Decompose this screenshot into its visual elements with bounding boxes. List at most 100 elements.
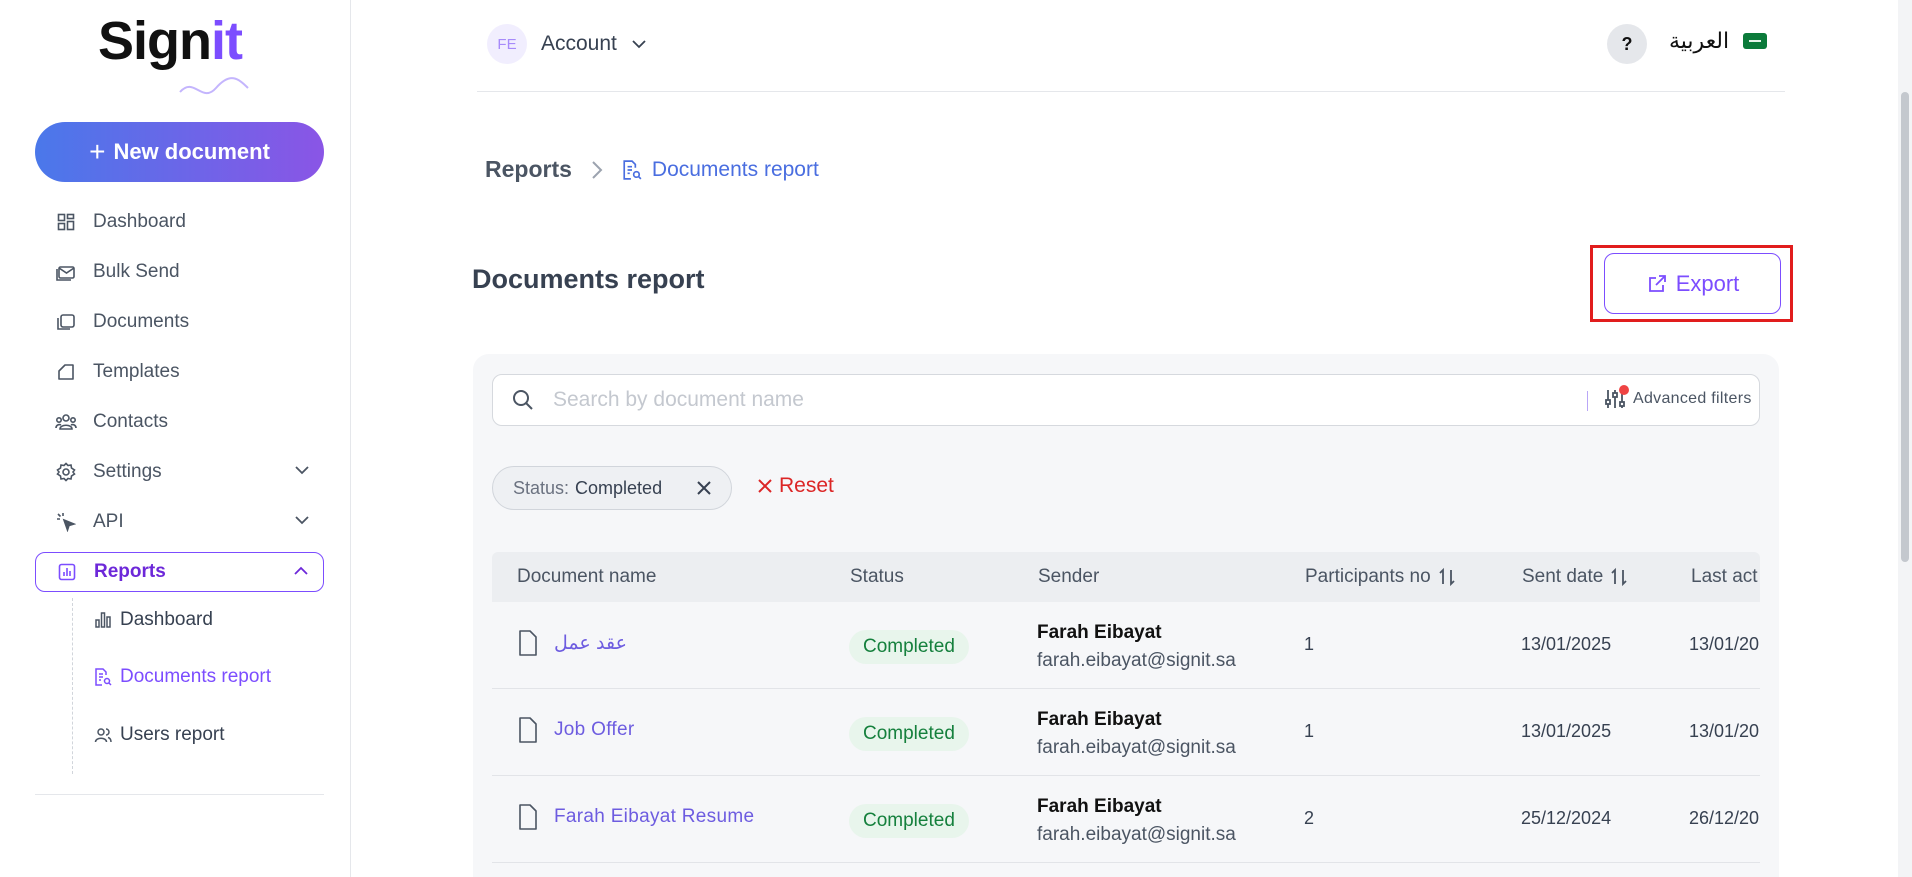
new-document-button[interactable]: + New document [35, 122, 324, 182]
column-sender: Sender [1038, 566, 1100, 587]
chip-value: Completed [575, 477, 663, 498]
saudi-flag-icon [1743, 33, 1768, 49]
sidebar-item-label: Bulk Send [93, 261, 180, 282]
sidebar-item-templates[interactable]: Templates [35, 352, 324, 392]
sender-email: farah.eibayat@signit.sa [1037, 824, 1236, 845]
sidebar-subitem-documents-report[interactable]: Documents report [94, 660, 271, 694]
chevron-down-icon [632, 40, 646, 49]
chevron-down-icon [295, 516, 309, 525]
table-row[interactable]: Job Offer Completed Farah Eibayat farah.… [492, 689, 1760, 776]
sender-name: Farah Eibayat [1037, 796, 1162, 817]
sender-name: Farah Eibayat [1037, 709, 1162, 730]
breadcrumb-reports[interactable]: Reports [485, 156, 572, 183]
status-filter-chip: Status: Completed [492, 466, 732, 510]
sidebar-subitem-label: Documents report [120, 666, 272, 687]
sidebar-subitem-label: Dashboard [120, 609, 213, 630]
sidebar-item-label: Templates [93, 361, 180, 382]
page-title: Documents report [472, 264, 705, 294]
contacts-icon [55, 411, 77, 433]
breadcrumb-documents-report[interactable]: Documents report [622, 158, 819, 182]
close-icon[interactable] [695, 479, 713, 497]
advanced-filters-button[interactable]: Advanced filters [1603, 385, 1752, 411]
external-link-icon [1648, 274, 1666, 292]
signit-logo[interactable]: Signit [98, 14, 258, 95]
column-status: Status [850, 566, 904, 587]
sidebar-item-dashboard[interactable]: Dashboard [35, 202, 324, 242]
document-link[interactable]: Farah Eibayat Resume [518, 804, 754, 830]
sort-icon[interactable] [1437, 567, 1457, 587]
document-name: عقد عمل [554, 632, 627, 654]
file-icon [519, 804, 537, 830]
submenu-guide-line [72, 598, 73, 774]
template-icon [55, 361, 77, 383]
new-document-label: New document [113, 139, 270, 164]
documents-table: Document name Status Sender Participants… [492, 552, 1760, 877]
breadcrumb: Reports Documents report [485, 156, 819, 183]
participants-count: 1 [1304, 634, 1315, 654]
chevron-down-icon [295, 466, 309, 475]
page-scrollbar[interactable] [1898, 0, 1912, 877]
account-menu[interactable]: FE Account [487, 24, 647, 64]
sidebar-item-api[interactable]: API [35, 502, 324, 542]
sidebar-subitem-label: Users report [120, 724, 225, 745]
documents-icon [55, 311, 77, 333]
sidebar-item-label: Documents [93, 311, 190, 332]
sent-date: 25/12/2024 [1521, 808, 1612, 828]
sidebar-subitem-dashboard[interactable]: Dashboard [94, 603, 213, 637]
column-sent-date: Sent date [1522, 566, 1629, 588]
sent-date: 13/01/2025 [1521, 721, 1612, 741]
sidebar-item-contacts[interactable]: Contacts [35, 402, 324, 442]
gear-icon [55, 461, 77, 483]
search-input[interactable] [553, 388, 1533, 412]
filter-active-dot [1619, 385, 1629, 395]
reset-label: Reset [779, 474, 834, 497]
export-label: Export [1675, 270, 1740, 296]
last-action-date: 13/01/202 [1689, 721, 1760, 741]
sidebar-item-bulk-send[interactable]: Bulk Send [35, 252, 324, 292]
document-search-icon [623, 159, 642, 180]
file-icon [519, 630, 537, 656]
advanced-filters-label: Advanced filters [1633, 390, 1752, 407]
document-name: Job Offer [554, 719, 635, 740]
account-label: Account [541, 32, 617, 55]
column-participants: Participants no [1305, 566, 1457, 588]
sidebar-item-reports[interactable]: Reports [35, 552, 324, 592]
document-link[interactable]: عقد عمل [518, 630, 627, 656]
search-separator [1587, 391, 1588, 411]
sender-email: farah.eibayat@signit.sa [1037, 737, 1236, 758]
breadcrumb-current-label: Documents report [651, 157, 819, 181]
search-icon [513, 390, 533, 410]
topbar: FE Account ? العربية [477, 0, 1785, 92]
reset-filters-button[interactable]: Reset [757, 474, 834, 498]
document-link[interactable]: Job Offer [518, 717, 635, 743]
scrollbar-thumb[interactable] [1901, 92, 1909, 562]
participants-count: 2 [1304, 808, 1315, 828]
sender-cell: Farah Eibayat farah.eibayat@signit.sa [1037, 796, 1236, 846]
sidebar-item-documents[interactable]: Documents [35, 302, 324, 342]
mail-stack-icon [55, 261, 77, 283]
app: Signit + New document Dashboard Bulk Sen… [0, 0, 1912, 877]
column-last-action: Last act [1691, 566, 1758, 587]
sidebar-divider [35, 794, 324, 795]
sent-date: 13/01/2025 [1521, 634, 1612, 654]
sender-cell: Farah Eibayat farah.eibayat@signit.sa [1037, 622, 1236, 672]
sidebar-item-label: Reports [94, 561, 166, 582]
status-badge: Completed [849, 630, 969, 664]
table-row[interactable]: عقد عمل Completed Farah Eibayat farah.ei… [492, 602, 1760, 689]
export-button[interactable]: Export [1604, 253, 1781, 314]
sidebar-subitem-users-report[interactable]: Users report [94, 718, 225, 752]
document-search-icon [95, 668, 112, 686]
language-switcher[interactable]: العربية [1669, 28, 1768, 54]
column-document-name: Document name [517, 566, 657, 587]
status-badge: Completed [849, 717, 969, 751]
help-button[interactable]: ? [1607, 24, 1647, 64]
sidebar-item-settings[interactable]: Settings [35, 452, 324, 492]
sender-email: farah.eibayat@signit.sa [1037, 650, 1236, 671]
table-row[interactable]: Farah Eibayat Resume Completed Farah Eib… [492, 776, 1760, 863]
sort-icon[interactable] [1609, 567, 1629, 587]
last-action-date: 13/01/202 [1689, 634, 1760, 654]
sender-name: Farah Eibayat [1037, 622, 1162, 643]
status-badge: Completed [849, 804, 969, 838]
logo-swirl-icon [179, 77, 249, 95]
sidebar-item-label: Settings [93, 461, 162, 482]
